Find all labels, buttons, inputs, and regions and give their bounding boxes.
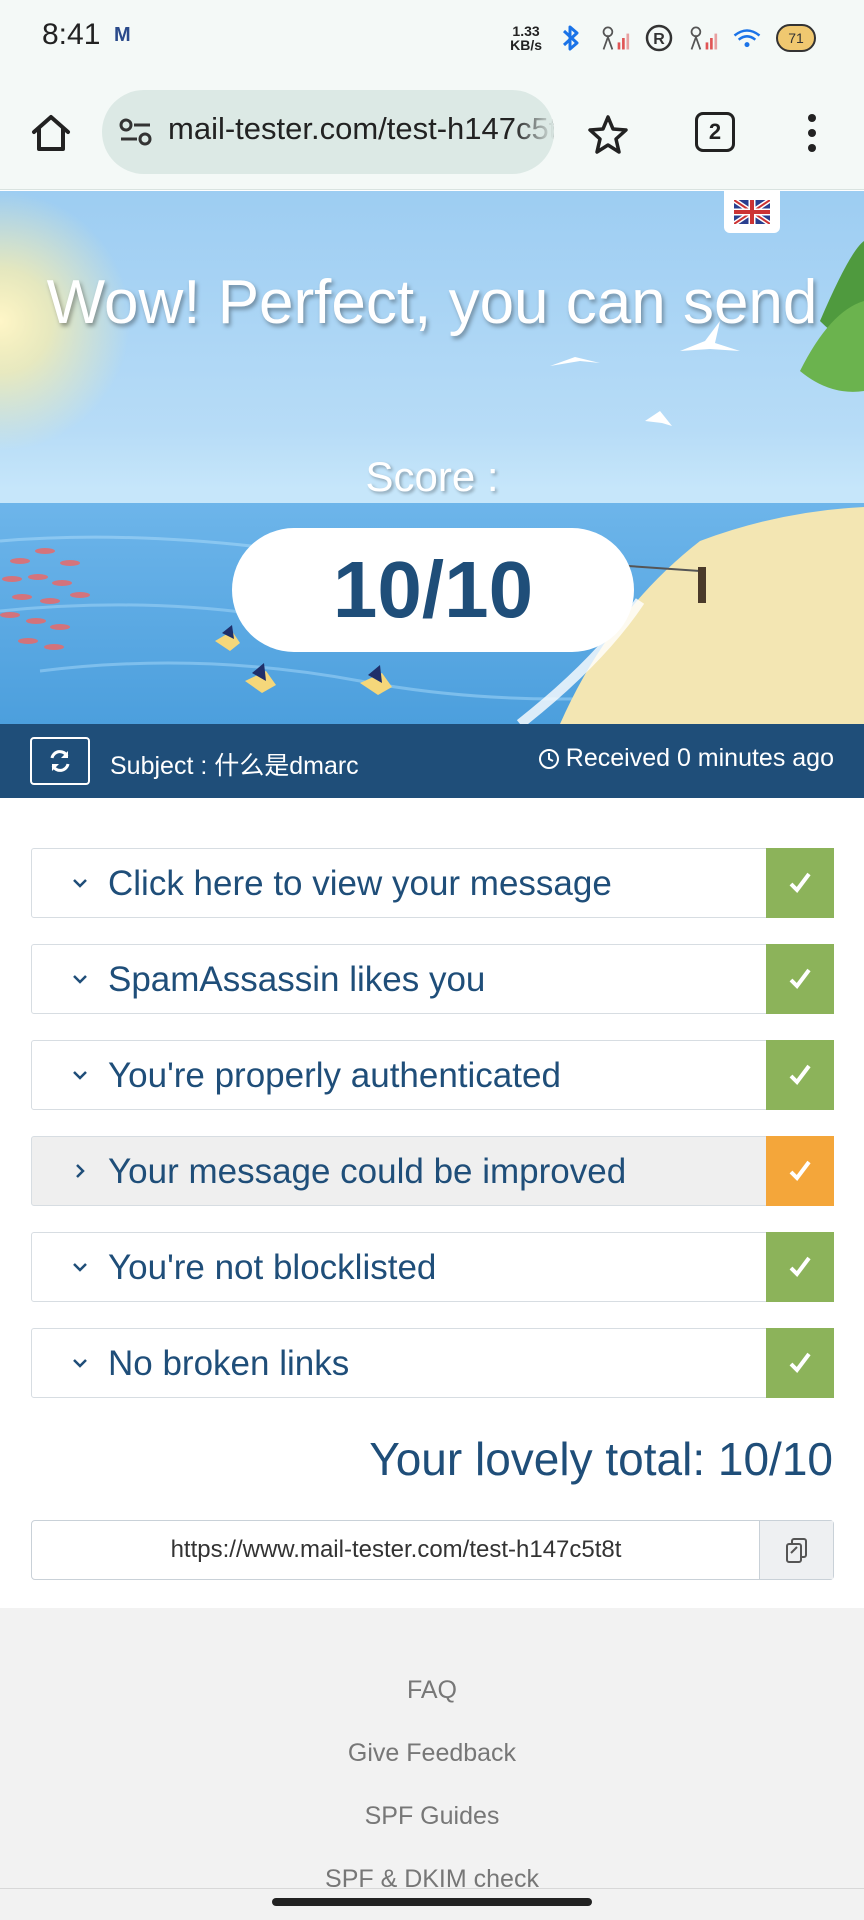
received-time: Received 0 minutes ago (538, 744, 834, 773)
chevron-down-icon (73, 1071, 87, 1080)
gmail-notification-icon: M (114, 24, 131, 46)
footer-link-feedback[interactable]: Give Feedback (0, 1739, 864, 1768)
chevron-down-icon (73, 1359, 87, 1368)
url-text[interactable]: mail-tester.com/test-h147c5t8t (168, 111, 554, 147)
browser-toolbar: mail-tester.com/test-h147c5t8t 2 (0, 76, 864, 190)
registered-icon: R (644, 23, 674, 53)
clock-icon (538, 748, 559, 769)
wifi-icon (732, 23, 762, 53)
score-badge: 10/10 (232, 528, 634, 652)
chevron-down-icon (73, 1263, 87, 1272)
share-url-field[interactable]: https://www.mail-tester.com/test-h147c5t… (31, 1520, 834, 1580)
bluetooth-icon (556, 23, 586, 53)
status-bar: 8:41 M 1.33 KB/s R 71 (0, 0, 864, 76)
result-broken-links[interactable]: No broken links (31, 1328, 834, 1398)
chevron-down-icon (73, 975, 87, 984)
status-time: 8:41 (42, 18, 101, 51)
network-speed-value: 1.33 (512, 23, 540, 39)
total-score: Your lovely total: 10/10 (369, 1433, 833, 1485)
result-label: Click here to view your message (108, 864, 612, 903)
gesture-home-indicator[interactable] (272, 1898, 592, 1906)
footer-link-spf-dkim[interactable]: SPF & DKIM check (0, 1865, 864, 1894)
chevron-down-icon (73, 879, 87, 888)
signal-icon (600, 23, 630, 53)
check-icon (766, 944, 834, 1014)
battery-icon: 71 (776, 24, 816, 52)
share-url[interactable]: https://www.mail-tester.com/test-h147c5t… (32, 1521, 760, 1579)
svg-text:R: R (653, 31, 665, 48)
result-label: SpamAssassin likes you (108, 960, 486, 999)
footer: FAQ Give Feedback SPF Guides SPF & DKIM … (0, 1608, 864, 1920)
result-blocklist[interactable]: You're not blocklisted (31, 1232, 834, 1302)
status-icons: 1.33 KB/s R 71 (510, 18, 816, 58)
footer-link-spf-guides[interactable]: SPF Guides (0, 1802, 864, 1831)
tabs-button[interactable]: 2 (695, 112, 735, 152)
subject-bar: Subject : 什么是dmarc Received 0 minutes ag… (0, 724, 864, 798)
signal-icon (688, 23, 718, 53)
subject-text: Subject : 什么是dmarc (110, 752, 359, 780)
received-text: Received 0 minutes ago (565, 744, 834, 772)
result-label: You're properly authenticated (108, 1056, 561, 1095)
uk-flag-icon (734, 200, 770, 224)
network-speed: 1.33 KB/s (510, 24, 542, 52)
result-improvements[interactable]: Your message could be improved (31, 1136, 834, 1206)
result-label: No broken links (108, 1344, 350, 1383)
check-icon (766, 1232, 834, 1302)
url-fade (514, 90, 554, 174)
score-value: 10/10 (332, 545, 534, 634)
score-label: Score : (365, 453, 499, 500)
check-icon (766, 1328, 834, 1398)
refresh-button[interactable] (30, 737, 90, 785)
copy-icon (785, 1538, 807, 1563)
star-icon (588, 115, 628, 154)
results-list: Click here to view your message SpamAssa… (31, 848, 834, 1424)
refresh-icon (50, 750, 70, 772)
network-speed-unit: KB/s (510, 37, 542, 53)
home-icon (32, 115, 70, 151)
chevron-right-icon (76, 1164, 85, 1178)
check-icon (766, 1040, 834, 1110)
result-spamassassin[interactable]: SpamAssassin likes you (31, 944, 834, 1014)
address-bar[interactable]: mail-tester.com/test-h147c5t8t (102, 90, 554, 174)
home-button[interactable] (26, 108, 76, 158)
result-authentication[interactable]: You're properly authenticated (31, 1040, 834, 1110)
nav-divider (0, 1888, 864, 1889)
hero-title: Wow! Perfect, you can send (46, 268, 818, 337)
check-icon (766, 1136, 834, 1206)
score-hero: Wow! Perfect, you can send Score : 10/10 (0, 191, 864, 724)
result-view-message[interactable]: Click here to view your message (31, 848, 834, 918)
check-icon (766, 848, 834, 918)
language-switcher[interactable] (724, 191, 780, 233)
copy-button[interactable] (759, 1521, 833, 1579)
more-menu-button[interactable] (800, 110, 824, 156)
result-label: You're not blocklisted (108, 1248, 437, 1287)
bookmark-button[interactable] (586, 112, 630, 156)
result-label: Your message could be improved (108, 1152, 627, 1191)
site-settings-icon[interactable] (118, 116, 154, 148)
footer-link-faq[interactable]: FAQ (0, 1676, 864, 1705)
